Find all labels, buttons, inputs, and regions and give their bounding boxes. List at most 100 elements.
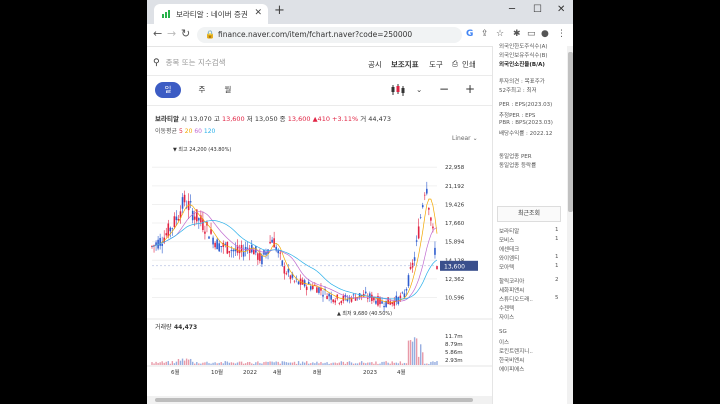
volume-bar	[320, 361, 322, 365]
candle-body	[322, 294, 324, 297]
recent-item[interactable]: 와이엠티	[499, 254, 519, 262]
candle-body	[340, 300, 343, 304]
recent-item[interactable]: 할릭코리아	[499, 277, 524, 285]
recent-item[interactable]: 한국비엔씨	[499, 356, 524, 364]
chart-favicon-icon	[162, 10, 170, 18]
recent-item[interactable]: 모아텍	[499, 263, 514, 271]
profile-avatar-icon[interactable]: ●	[541, 29, 549, 39]
candle-body	[428, 207, 430, 210]
candle-body	[281, 260, 284, 266]
recent-item[interactable]: 세화피앤씨	[499, 286, 524, 294]
x-tick-label: 4월	[273, 368, 282, 376]
recent-item[interactable]: 모비스	[499, 236, 514, 244]
y-tick-label: 10,596	[445, 295, 465, 301]
tab-close-icon[interactable]: ✕	[254, 8, 262, 18]
horizontal-scrollbar[interactable]	[147, 396, 492, 404]
volume-bar	[324, 362, 326, 365]
recent-item[interactable]: 에센테크	[499, 245, 519, 253]
scrollbar-thumb[interactable]	[155, 398, 473, 402]
candle-body	[171, 228, 174, 229]
candle-body	[407, 275, 410, 287]
window-close-button[interactable]: ✕	[557, 4, 565, 15]
recent-item[interactable]: 보라티알	[499, 227, 519, 235]
candle-body	[364, 291, 367, 294]
reload-icon[interactable]: ↻	[181, 28, 190, 40]
recent-item[interactable]: 수젠텍	[499, 304, 514, 312]
extensions-icon[interactable]: ✱	[513, 29, 521, 39]
candle-body	[330, 295, 332, 300]
foreign-info-item: 외국인한도주식수(A)	[499, 44, 548, 50]
volume-value: 44,473	[174, 324, 197, 331]
volume-bar	[167, 361, 169, 365]
candle-body	[155, 242, 157, 246]
candle-body	[169, 227, 172, 232]
volume-bar	[236, 362, 239, 365]
sidebar-scrollbar[interactable]	[567, 46, 573, 404]
volume-bar	[346, 361, 349, 365]
candle-body	[220, 246, 223, 247]
candle-body	[175, 216, 178, 221]
lock-icon: 🔒	[205, 30, 215, 39]
browser-tab[interactable]: 보라티알 : 네이버 증권 ✕	[154, 4, 268, 24]
volume-bar	[373, 363, 375, 365]
candle-body	[320, 288, 322, 291]
back-arrow-icon[interactable]: ←	[153, 28, 162, 40]
recent-item[interactable]: 로킨트렌지니..	[499, 347, 533, 355]
scrollbar-thumb[interactable]	[568, 52, 573, 212]
volume-bar	[371, 362, 373, 365]
bookmark-star-icon[interactable]: ☆	[496, 29, 504, 39]
side-panel-icon[interactable]: ▭	[527, 29, 536, 39]
candle-body	[242, 251, 245, 257]
recent-item[interactable]: SG	[499, 329, 507, 335]
volume-bar	[299, 363, 302, 365]
maximize-button[interactable]: ☐	[533, 4, 542, 15]
recent-item[interactable]: 자이스	[499, 313, 514, 321]
volume-bar	[428, 363, 430, 365]
candle-body	[415, 240, 418, 242]
tab-title: 보라티알 : 네이버 증권	[176, 10, 248, 19]
volume-bar	[204, 362, 206, 365]
candle-body	[261, 255, 263, 265]
recent-item[interactable]: 이스	[499, 338, 509, 346]
volume-bar	[220, 362, 222, 365]
chart-page: ⚲ 종목 또는 지수검색 공시 보조지표 도구 ⎙ 인쇄 일 주 월 ⌄ − + …	[147, 47, 492, 404]
url-field[interactable]: 🔒 finance.naver.com/item/fchart.naver?co…	[197, 27, 462, 43]
volume-bar	[297, 361, 300, 365]
share-icon[interactable]: ⇪	[481, 29, 489, 39]
y-tick-label: 15,894	[445, 240, 465, 246]
volume-bar	[295, 363, 298, 365]
menu-kebab-icon[interactable]: ⋮	[557, 29, 566, 39]
volume-bar	[301, 361, 304, 365]
volume-bar	[165, 361, 167, 365]
forward-arrow-icon[interactable]: →	[167, 28, 176, 40]
volume-bar	[316, 361, 318, 365]
volume-bar	[358, 362, 361, 365]
volume-tick-label: 5.86m	[445, 350, 463, 356]
volume-bar	[226, 361, 229, 365]
new-tab-button[interactable]: +	[274, 4, 285, 18]
candle-body	[279, 252, 282, 254]
candle-body	[393, 300, 396, 306]
volume-bar	[365, 363, 367, 365]
minimize-button[interactable]: ─	[509, 4, 515, 15]
candle-body	[421, 205, 424, 208]
volume-bar	[175, 361, 178, 365]
candle-body	[409, 266, 412, 269]
candle-body	[423, 194, 426, 196]
candle-body	[208, 236, 210, 239]
candle-body	[212, 237, 214, 245]
volume-bar	[151, 362, 153, 365]
max-price-annotation: ▼ 최고 24,200 (43.80%)	[173, 146, 231, 153]
volume-bar	[242, 363, 245, 365]
candle-body	[269, 241, 271, 244]
candle-body	[430, 217, 432, 221]
volume-bar	[393, 362, 395, 365]
recent-item[interactable]: 에이피에스	[499, 365, 524, 373]
recent-item[interactable]: 스튜디오드래..	[499, 295, 533, 303]
volume-bar	[391, 361, 393, 365]
google-icon[interactable]: G	[466, 29, 473, 39]
price-chart[interactable]: 22,95821,19219,42617,66015,89414,12812,3…	[147, 47, 492, 404]
candle-body	[252, 249, 255, 255]
volume-bar	[192, 361, 194, 365]
volume-bar	[289, 362, 292, 365]
